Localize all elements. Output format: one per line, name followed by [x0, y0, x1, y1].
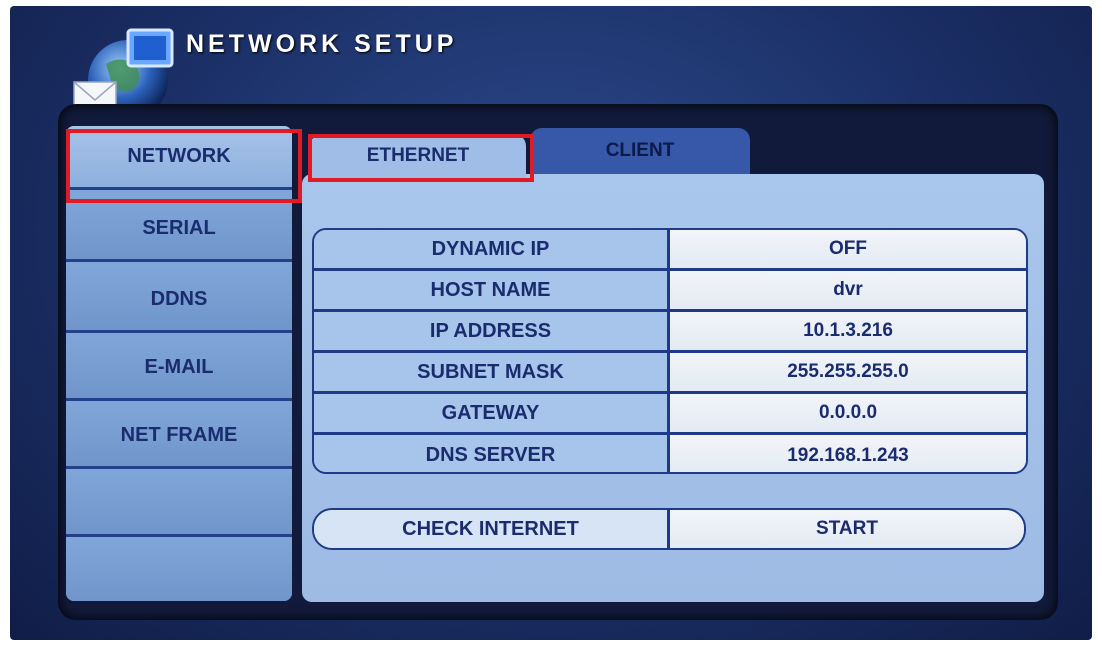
setting-label: SUBNET MASK: [314, 353, 670, 391]
ip-address-value[interactable]: 10.1.3.216: [670, 312, 1026, 350]
sidebar-item-email[interactable]: E-MAIL: [66, 337, 292, 401]
sidebar-item-empty[interactable]: [66, 541, 292, 601]
setting-row-ip-address[interactable]: IP ADDRESS 10.1.3.216: [314, 312, 1026, 353]
sidebar-item-ddns[interactable]: DDNS: [66, 269, 292, 333]
setting-label: HOST NAME: [314, 271, 670, 309]
check-internet-row: CHECK INTERNET START: [312, 508, 1026, 550]
sidebar-item-empty[interactable]: [66, 473, 292, 537]
check-internet-label: CHECK INTERNET: [314, 510, 670, 548]
setting-row-host-name[interactable]: HOST NAME dvr: [314, 271, 1026, 312]
sidebar-item-net-frame[interactable]: NET FRAME: [66, 405, 292, 469]
dynamic-ip-value[interactable]: OFF: [670, 230, 1026, 268]
setting-label: DYNAMIC IP: [314, 230, 670, 268]
highlight-network: [66, 129, 302, 203]
setting-label: IP ADDRESS: [314, 312, 670, 350]
tab-client[interactable]: CLIENT: [530, 128, 750, 174]
subnet-mask-value[interactable]: 255.255.255.0: [670, 353, 1026, 391]
page-title: NETWORK SETUP: [186, 30, 458, 58]
setting-row-dynamic-ip[interactable]: DYNAMIC IP OFF: [314, 230, 1026, 271]
gateway-value[interactable]: 0.0.0.0: [670, 394, 1026, 432]
network-settings-table: DYNAMIC IP OFF HOST NAME dvr IP ADDRESS …: [312, 228, 1028, 474]
setting-label: GATEWAY: [314, 394, 670, 432]
setting-row-dns-server[interactable]: DNS SERVER 192.168.1.243: [314, 435, 1026, 472]
setting-row-subnet-mask[interactable]: SUBNET MASK 255.255.255.0: [314, 353, 1026, 394]
dns-server-value[interactable]: 192.168.1.243: [670, 435, 1026, 472]
host-name-value[interactable]: dvr: [670, 271, 1026, 309]
setting-label: DNS SERVER: [314, 435, 670, 472]
sidebar-item-serial[interactable]: SERIAL: [66, 198, 292, 262]
highlight-ethernet: [308, 134, 534, 182]
start-button[interactable]: START: [670, 510, 1024, 548]
setting-row-gateway[interactable]: GATEWAY 0.0.0.0: [314, 394, 1026, 435]
